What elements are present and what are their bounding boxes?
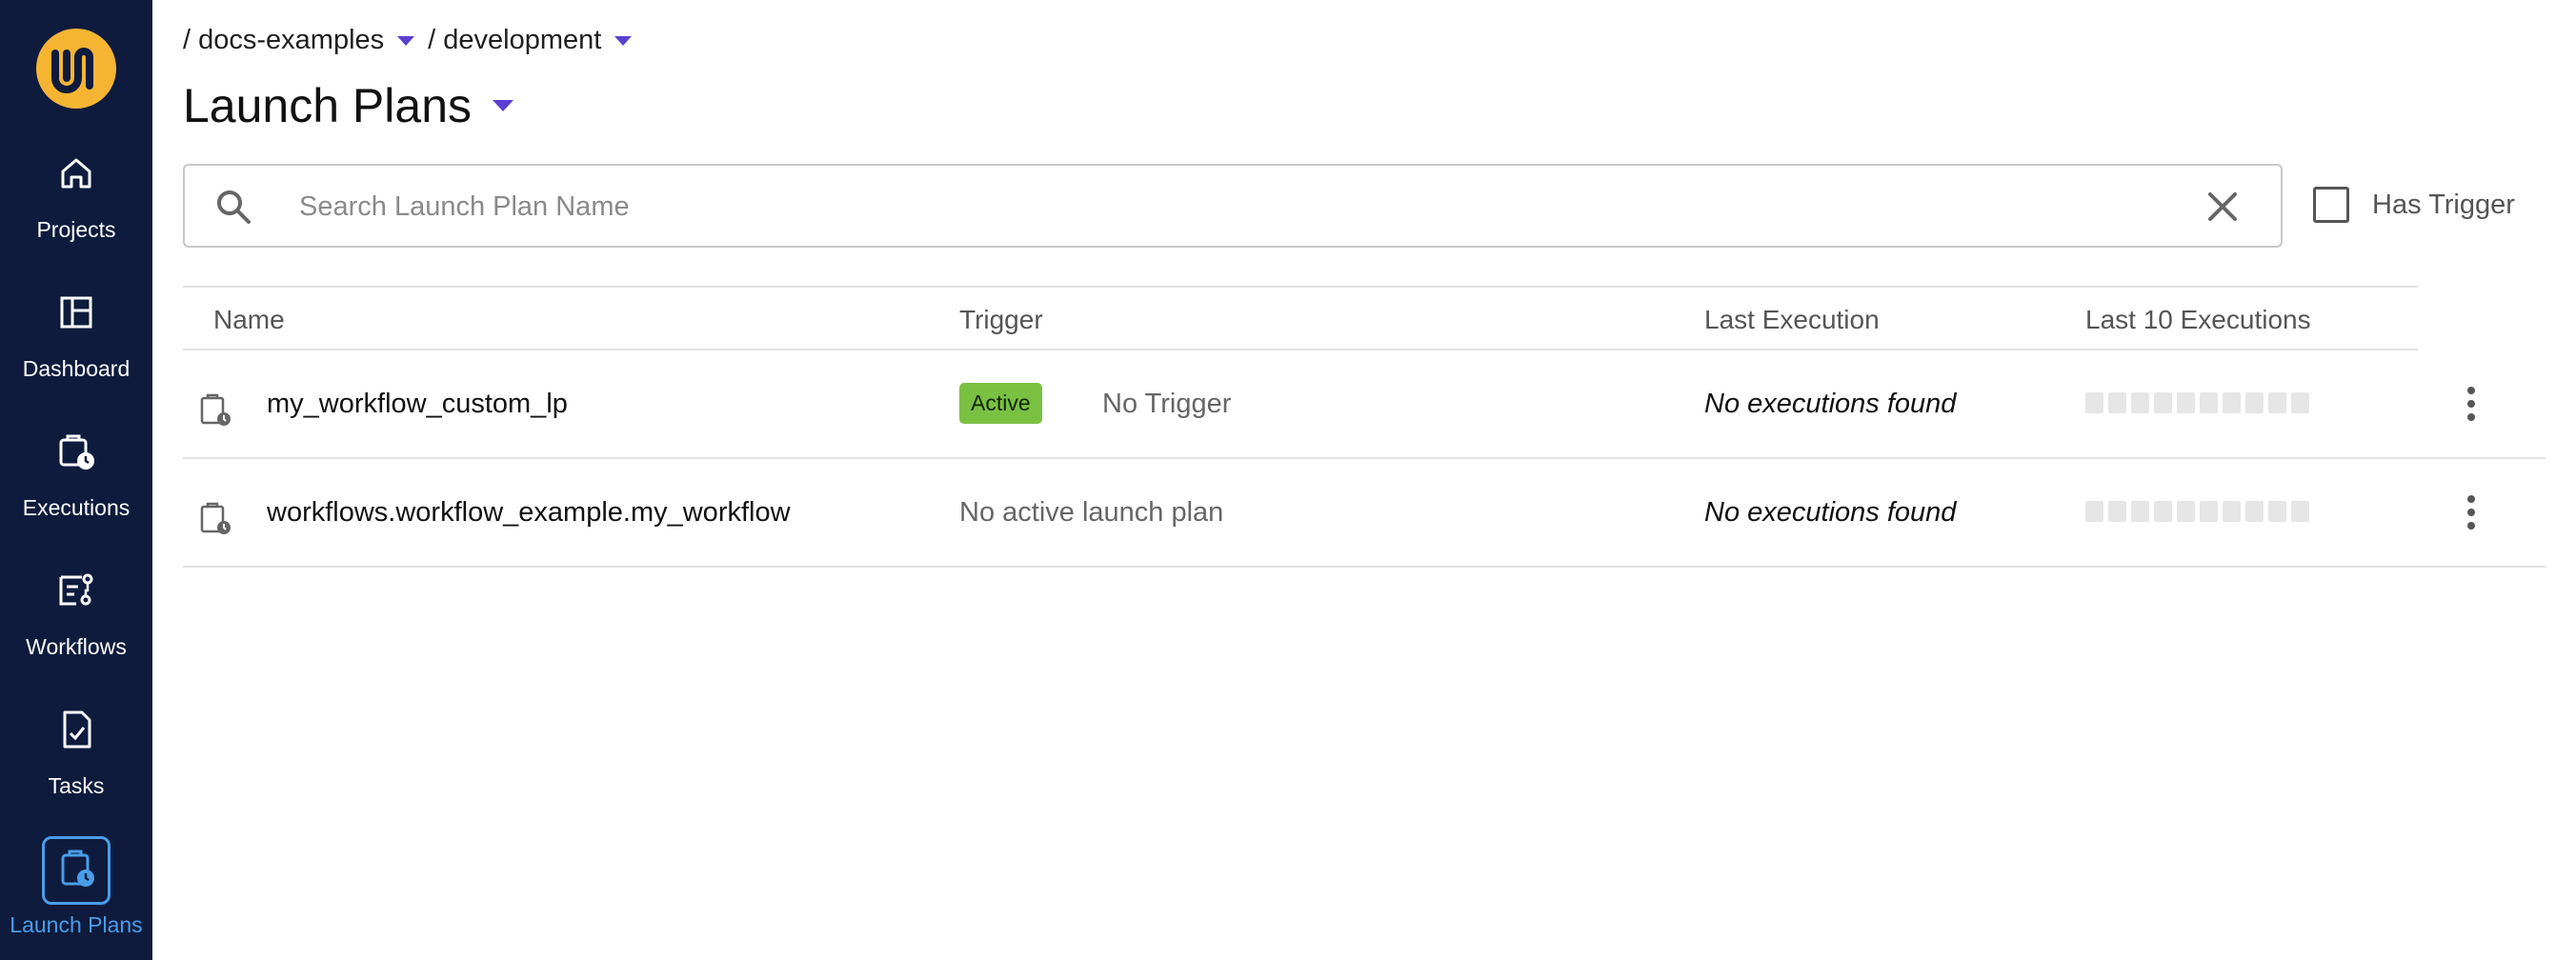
- executions-icon: [59, 434, 94, 470]
- column-header-trigger: Trigger: [959, 305, 1043, 334]
- search-box: [183, 164, 2283, 248]
- flyte-logo-icon[interactable]: [34, 27, 118, 110]
- execution-bar: [2085, 392, 2103, 413]
- launch-plan-name[interactable]: my_workflow_custom_lp: [267, 389, 568, 420]
- execution-bar: [2131, 501, 2149, 522]
- page-type-dropdown-icon[interactable]: [493, 100, 514, 111]
- close-icon[interactable]: [2204, 189, 2241, 225]
- search-icon: [217, 190, 251, 224]
- more-options-icon[interactable]: [2465, 387, 2477, 425]
- execution-bar: [2223, 501, 2241, 522]
- workflows-icon: [59, 573, 93, 606]
- search-input[interactable]: [299, 183, 2109, 230]
- has-trigger-label: Has Trigger: [2372, 189, 2515, 220]
- execution-bar: [2245, 392, 2264, 413]
- domain-dropdown-icon[interactable]: [614, 35, 633, 46]
- last-10-executions-bars: [2085, 501, 2314, 522]
- column-header-name: Name: [213, 305, 285, 334]
- sidebar-item-executions[interactable]: Executions: [0, 429, 152, 568]
- execution-bar: [2085, 501, 2103, 522]
- launch-plan-icon: [200, 393, 231, 426]
- project-dropdown-icon[interactable]: [397, 35, 415, 46]
- last-execution: No executions found: [1704, 497, 1957, 528]
- execution-bar: [2245, 501, 2264, 522]
- status-badge: Active: [959, 383, 1042, 424]
- execution-bar: [2291, 392, 2309, 413]
- execution-bar: [2200, 392, 2218, 413]
- has-trigger-checkbox[interactable]: [2313, 187, 2349, 223]
- home-icon: [61, 158, 91, 189]
- sidebar-item-tasks[interactable]: Tasks: [0, 707, 152, 846]
- page-title: Launch Plans: [183, 79, 473, 132]
- execution-bar: [2268, 392, 2286, 413]
- tasks-icon: [63, 710, 91, 749]
- execution-bar: [2291, 501, 2309, 522]
- sidebar-item-label: Launch Plans: [10, 912, 143, 937]
- table-row[interactable]: workflows.workflow_example.my_workflow N…: [183, 459, 2546, 568]
- execution-bar: [2108, 392, 2126, 413]
- dashboard-icon: [60, 296, 92, 329]
- breadcrumb: / docs-examples / development: [183, 25, 645, 56]
- table-row[interactable]: my_workflow_custom_lp Active No Trigger …: [183, 350, 2546, 459]
- sidebar: Projects Dashboard Executions Workflows: [0, 0, 152, 960]
- launch-plan-name[interactable]: workflows.workflow_example.my_workflow: [267, 497, 791, 529]
- trigger-text: No Trigger: [1102, 389, 1232, 419]
- column-header-last-10-executions: Last 10 Executions: [2085, 305, 2311, 334]
- execution-bar: [2177, 501, 2195, 522]
- last-10-executions-bars: [2085, 392, 2314, 413]
- sidebar-item-workflows[interactable]: Workflows: [0, 568, 152, 707]
- trigger-text: No active launch plan: [959, 497, 1224, 528]
- sidebar-item-dashboard[interactable]: Dashboard: [0, 290, 152, 429]
- breadcrumb-domain[interactable]: / development: [428, 25, 601, 56]
- sidebar-item-label: Dashboard: [22, 356, 131, 381]
- more-options-icon[interactable]: [2465, 495, 2477, 533]
- launch-plan-icon: [200, 502, 231, 534]
- execution-bar: [2108, 501, 2126, 522]
- execution-bar: [2200, 501, 2218, 522]
- sidebar-item-label: Executions: [22, 495, 131, 520]
- execution-bar: [2154, 392, 2172, 413]
- page-title-row: Launch Plans: [183, 78, 527, 133]
- last-execution: No executions found: [1704, 389, 1957, 419]
- execution-bar: [2268, 501, 2286, 522]
- sidebar-item-projects[interactable]: Projects: [0, 150, 152, 290]
- launch-plans-icon: [61, 850, 94, 887]
- sidebar-item-label: Projects: [36, 217, 116, 242]
- column-header-last-execution: Last Execution: [1704, 305, 1880, 334]
- execution-bar: [2223, 392, 2241, 413]
- main-content: / docs-examples / development Launch Pla…: [152, 0, 2576, 960]
- has-trigger-filter[interactable]: Has Trigger: [2313, 187, 2515, 223]
- sidebar-item-label: Workflows: [26, 634, 127, 659]
- table-header: Name Trigger Last Execution Last 10 Exec…: [183, 286, 2418, 350]
- execution-bar: [2177, 392, 2195, 413]
- sidebar-item-label: Tasks: [48, 773, 105, 798]
- execution-bar: [2131, 392, 2149, 413]
- sidebar-item-launch-plans[interactable]: Launch Plans: [0, 836, 152, 960]
- breadcrumb-project[interactable]: / docs-examples: [183, 25, 384, 56]
- execution-bar: [2154, 501, 2172, 522]
